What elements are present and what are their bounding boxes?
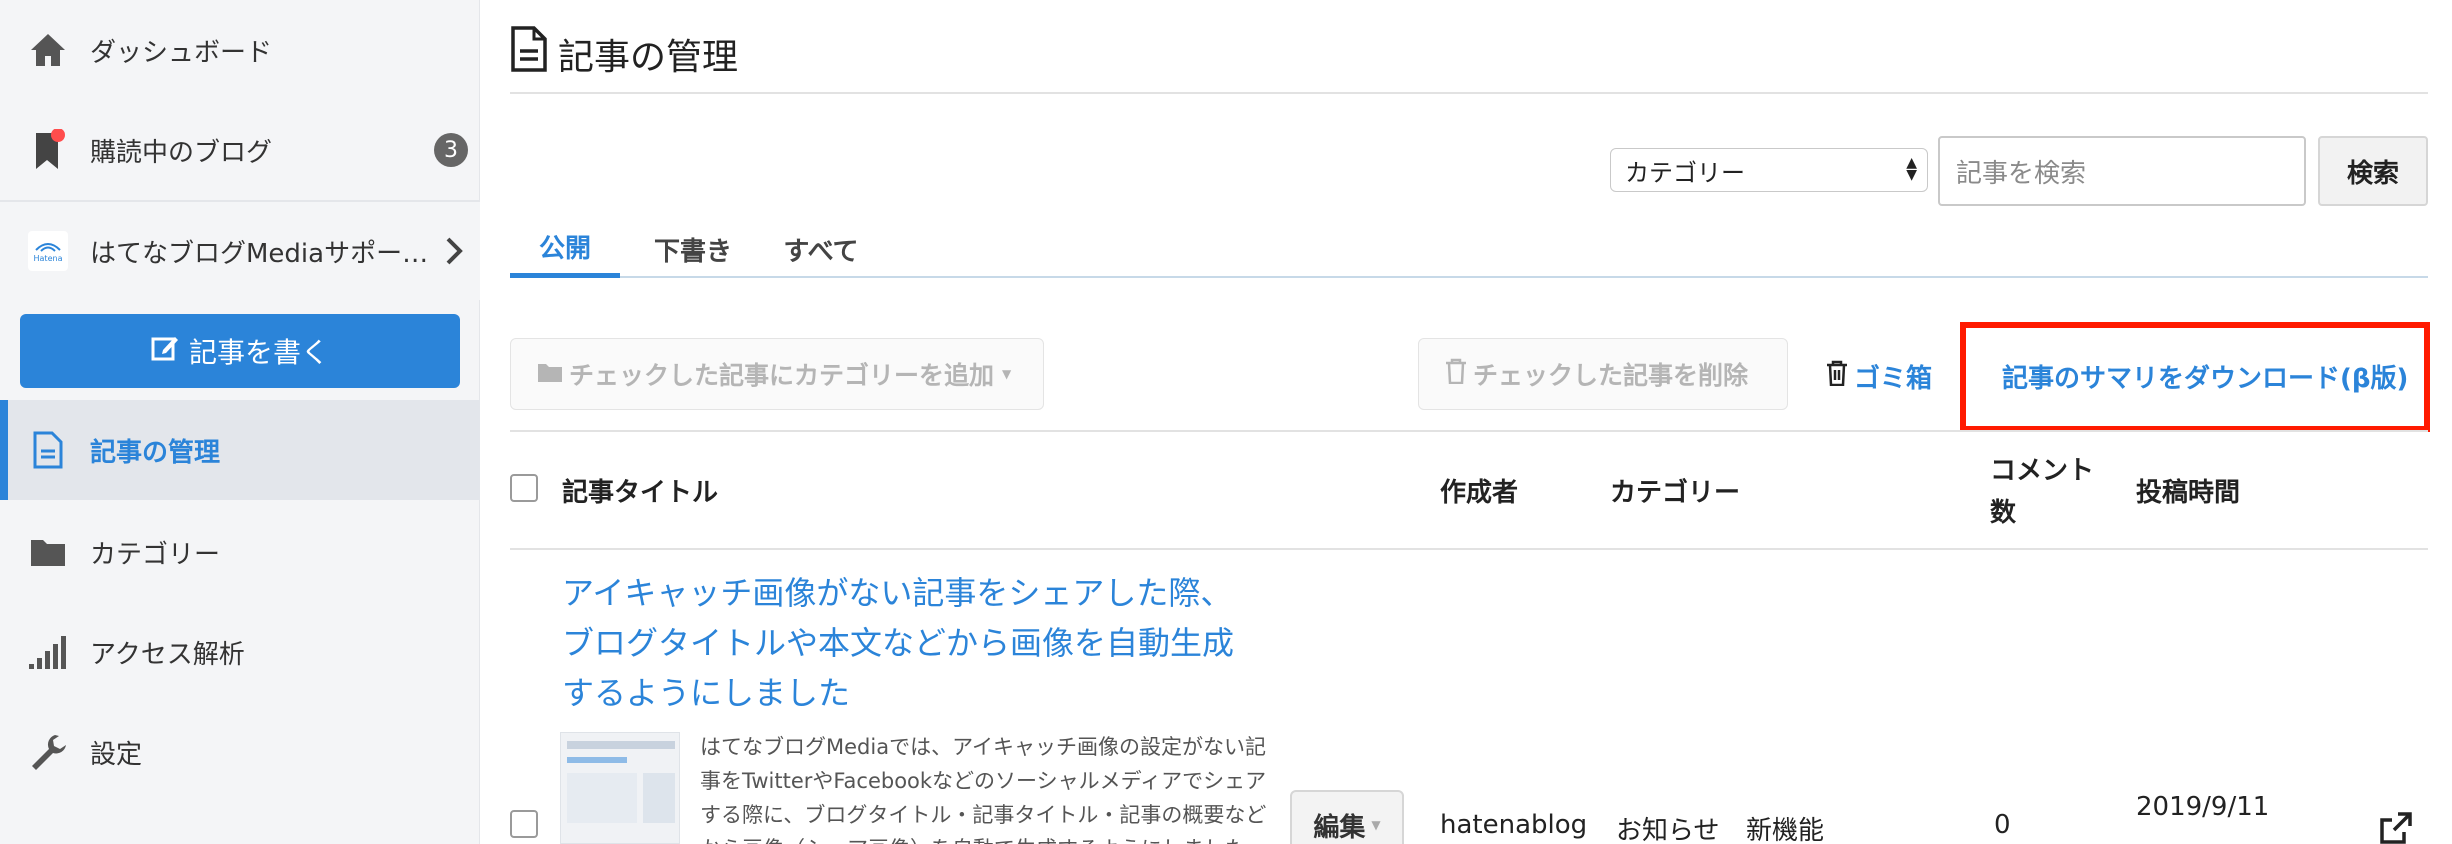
search-button[interactable]: 検索 bbox=[2318, 136, 2428, 206]
divider bbox=[510, 92, 2428, 94]
caret-down-icon: ▼ bbox=[1002, 367, 1012, 381]
edit-button[interactable]: 編集 ▼ bbox=[1290, 790, 1404, 844]
unread-count-badge: 3 bbox=[434, 133, 468, 167]
article-summary: はてなブログMediaでは、アイキャッチ画像の設定がない記事をTwitterやF… bbox=[700, 735, 1267, 844]
search-placeholder: 記事を検索 bbox=[1956, 158, 2087, 189]
edit-icon bbox=[151, 334, 179, 369]
row-checkbox[interactable] bbox=[510, 810, 538, 838]
delete-checked-label: チェックした記事を削除 bbox=[1473, 361, 1749, 390]
sidebar-item-label: 記事の管理 bbox=[90, 437, 221, 468]
category-tag[interactable]: 新機能 bbox=[1746, 810, 1824, 844]
bookmark-icon bbox=[28, 129, 68, 170]
trash-icon bbox=[1826, 360, 1848, 393]
home-icon bbox=[28, 30, 68, 70]
blog-logo: Hatena bbox=[28, 231, 68, 271]
sidebar-item-label: アクセス解析 bbox=[90, 639, 245, 670]
sidebar-item-subscriptions[interactable]: 購読中のブログ 3 bbox=[0, 100, 480, 200]
posted-date: 2019/9/11 bbox=[2136, 792, 2270, 822]
category-select[interactable]: カテゴリー ▲ ▼ bbox=[1610, 148, 1928, 192]
tab-published[interactable]: 公開 bbox=[510, 220, 620, 278]
signal-bars-icon bbox=[28, 632, 68, 672]
column-header-posted[interactable]: 投稿時間 bbox=[2136, 472, 2240, 509]
add-category-label: チェックした記事にカテゴリーを追加 bbox=[569, 361, 995, 390]
sidebar-item-label: カテゴリー bbox=[90, 539, 221, 570]
tab-drafts[interactable]: 下書き bbox=[638, 220, 748, 278]
document-icon bbox=[28, 430, 68, 470]
comment-count: 0 bbox=[1994, 810, 2011, 840]
main-content: 記事の管理 カテゴリー ▲ ▼ 記事を検索 検索 公開 下書き すべて チェックし… bbox=[510, 0, 2430, 844]
column-header-author: 作成者 bbox=[1440, 478, 1519, 508]
column-header-title[interactable]: 記事タイトル bbox=[562, 472, 718, 509]
folder-icon bbox=[28, 532, 68, 572]
trash-link[interactable]: ゴミ箱 bbox=[1826, 358, 1932, 394]
external-link-icon[interactable] bbox=[2378, 810, 2414, 844]
category-select-value: カテゴリー bbox=[1625, 158, 1745, 187]
sidebar-item-label: ダッシュボード bbox=[90, 37, 273, 68]
select-all-checkbox[interactable] bbox=[510, 474, 538, 502]
caret-down-icon: ▼ bbox=[1371, 818, 1381, 832]
write-article-label: 記事を書く bbox=[188, 336, 329, 369]
sidebar-item-dashboard[interactable]: ダッシュボード bbox=[0, 0, 480, 100]
folder-icon bbox=[537, 360, 563, 389]
article-thumbnail bbox=[560, 732, 680, 844]
chevron-right-icon bbox=[444, 236, 464, 273]
sidebar-item-label: 購読中のブログ bbox=[90, 137, 273, 168]
delete-checked-button[interactable]: チェックした記事を削除 bbox=[1418, 338, 1788, 410]
blog-switcher[interactable]: Hatena はてなブログMediaサポー… bbox=[0, 200, 480, 300]
trash-icon bbox=[1445, 358, 1467, 390]
divider bbox=[510, 430, 2428, 432]
category-tag[interactable]: お知らせ bbox=[1616, 810, 1719, 844]
wrench-icon bbox=[28, 732, 68, 772]
sidebar-item-settings[interactable]: 設定 bbox=[0, 702, 480, 802]
sidebar-item-analytics[interactable]: アクセス解析 bbox=[0, 602, 480, 702]
page-title: 記事の管理 bbox=[510, 26, 738, 81]
logo-text: Hatena bbox=[33, 254, 63, 263]
sidebar-item-category[interactable]: カテゴリー bbox=[0, 502, 480, 602]
add-category-button[interactable]: チェックした記事にカテゴリーを追加 ▼ bbox=[510, 338, 1044, 410]
sidebar-item-label: 設定 bbox=[90, 739, 143, 770]
sidebar-item-manage[interactable]: 記事の管理 bbox=[0, 400, 480, 500]
edit-button-label: 編集 bbox=[1313, 812, 1366, 843]
blog-name: はてなブログMediaサポー… bbox=[90, 238, 429, 269]
column-header-comments: コメント数 bbox=[1990, 456, 2095, 528]
select-arrows-icon: ▲ ▼ bbox=[1906, 155, 1917, 183]
write-article-button[interactable]: 記事を書く bbox=[20, 314, 460, 388]
document-icon bbox=[510, 26, 548, 81]
page-title-text: 記事の管理 bbox=[558, 36, 739, 78]
download-summary-link[interactable]: 記事のサマリをダウンロード(β版) bbox=[2002, 358, 2408, 395]
column-header-category: カテゴリー bbox=[1610, 478, 1741, 508]
status-tabs: 公開 下書き すべて bbox=[510, 220, 2428, 278]
tab-all[interactable]: すべて bbox=[766, 220, 876, 278]
search-input[interactable]: 記事を検索 bbox=[1938, 136, 2306, 206]
article-title-link[interactable]: アイキャッチ画像がない記事をシェアした際、ブログタイトルや本文などから画像を自動… bbox=[562, 568, 1262, 718]
article-author: hatenablog bbox=[1440, 810, 1588, 840]
sidebar: ダッシュボード 購読中のブログ 3 Hatena はてなブログMediaサポー…… bbox=[0, 0, 480, 844]
divider bbox=[510, 548, 2428, 550]
trash-link-label: ゴミ箱 bbox=[1854, 363, 1933, 394]
